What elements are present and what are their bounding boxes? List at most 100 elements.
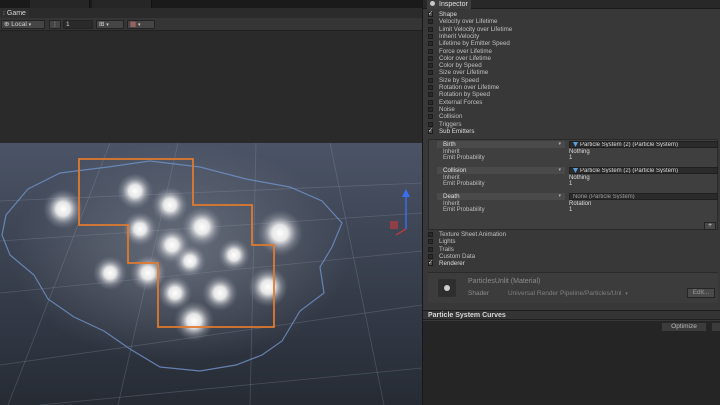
module-label: Rotation over Lifetime — [439, 84, 500, 91]
increment-snap-field[interactable]: 1 — [63, 20, 93, 29]
module-row[interactable]: Color over Lifetime — [428, 55, 718, 62]
module-enable-checkbox[interactable] — [428, 259, 433, 266]
module-label: Texture Sheet Animation — [439, 231, 507, 238]
module-row[interactable]: Size over Lifetime — [428, 69, 718, 76]
module-enable-checkbox[interactable] — [428, 77, 433, 83]
sub-emitter-type-dropdown[interactable]: Collision ▾ — [437, 167, 565, 174]
module-label: Collision — [439, 113, 463, 121]
sub-emitter-type-dropdown[interactable]: Birth ▾ — [437, 141, 565, 148]
module-row[interactable]: Shape — [428, 10, 718, 18]
module-enable-checkbox[interactable] — [428, 106, 433, 112]
scene-viewport[interactable] — [0, 143, 422, 405]
sub-emitter-type-dropdown[interactable]: Death ▾ — [437, 193, 565, 200]
module-enable-checkbox[interactable] — [428, 114, 433, 120]
module-row[interactable]: Inherit Velocity — [428, 33, 718, 40]
sub-emitter-target: Particle System (2) (Particle System) — [580, 142, 679, 148]
editor-tab-strip — [0, 0, 422, 8]
module-enable-checkbox[interactable] — [428, 48, 433, 54]
curves-header[interactable]: Particle System Curves — [423, 310, 720, 320]
particle — [152, 187, 188, 223]
emit-probability-value[interactable]: 1 — [569, 181, 572, 188]
module-row[interactable]: Force over Lifetime — [428, 48, 718, 55]
module-enable-checkbox[interactable] — [428, 10, 433, 17]
module-label: Force over Lifetime — [439, 47, 492, 55]
module-enable-checkbox[interactable] — [428, 55, 433, 61]
module-row[interactable]: Rotation by Speed — [428, 91, 718, 98]
curves-menu-button[interactable] — [711, 322, 720, 332]
module-row[interactable]: External Forces — [428, 99, 718, 106]
module-row[interactable]: Lifetime by Emitter Speed — [428, 40, 718, 47]
chevron-down-icon: ▾ — [558, 193, 561, 199]
module-row[interactable]: Custom Data — [428, 253, 718, 260]
module-enable-checkbox[interactable] — [428, 99, 433, 105]
module-row[interactable]: Noise — [428, 106, 718, 113]
gizmo-xz-plane-handle[interactable] — [390, 221, 398, 229]
increment-snap-value: 1 — [66, 21, 70, 28]
module-row[interactable]: Collision — [428, 113, 718, 120]
module-enable-checkbox[interactable] — [428, 121, 433, 127]
pivot-space-label: Local — [11, 21, 27, 28]
editor-tab[interactable] — [92, 0, 152, 8]
pivot-space-dropdown[interactable]: ⊕ Local ▾ — [1, 20, 45, 29]
material-sphere-icon — [438, 279, 456, 297]
module-enable-checkbox[interactable] — [428, 127, 433, 134]
particle — [93, 256, 127, 290]
sub-emitter-target-field[interactable]: Particle System (2) (Particle System) — [569, 141, 718, 148]
module-label: Limit Velocity over Lifetime — [439, 25, 513, 33]
grid-snap-icon[interactable]: ⋮ — [49, 20, 61, 29]
module-label: Size over Lifetime — [439, 69, 489, 77]
module-row[interactable]: Limit Velocity over Lifetime — [428, 26, 718, 33]
module-enable-checkbox[interactable] — [428, 19, 433, 25]
particle — [202, 275, 238, 311]
module-enable-checkbox[interactable] — [428, 33, 433, 39]
sub-emitter-target-field[interactable]: Particle System (2) (Particle System) — [569, 167, 718, 174]
snap-settings-dropdown[interactable]: ▦ ▾ — [127, 20, 155, 29]
editor-tab[interactable] — [30, 0, 90, 8]
module-enable-checkbox[interactable] — [428, 246, 433, 252]
module-row[interactable]: Rotation over Lifetime — [428, 84, 718, 91]
module-row[interactable]: Texture Sheet Animation — [428, 231, 718, 238]
module-row[interactable]: Triggers — [428, 121, 718, 128]
module-row[interactable]: Sub Emitters — [428, 127, 718, 135]
optimize-button[interactable]: Optimize — [661, 322, 707, 332]
inherit-value[interactable]: Rotation — [569, 201, 591, 208]
module-enable-checkbox[interactable] — [428, 92, 433, 98]
shader-dropdown[interactable]: Universal Render Pipeline/Particles/Unl … — [504, 289, 684, 298]
chevron-down-icon: ▾ — [558, 167, 561, 173]
module-enable-checkbox[interactable] — [428, 26, 433, 32]
module-enable-checkbox[interactable] — [428, 63, 433, 69]
module-enable-checkbox[interactable] — [428, 70, 433, 76]
add-sub-emitter-button[interactable]: + — [704, 222, 716, 230]
particle — [174, 245, 206, 277]
module-row[interactable]: Trails — [428, 246, 718, 253]
module-row[interactable]: Size by Speed — [428, 77, 718, 84]
module-enable-checkbox[interactable] — [428, 232, 433, 237]
edit-shader-button[interactable]: Edit... — [687, 288, 715, 298]
module-enable-checkbox[interactable] — [428, 239, 433, 245]
particle — [117, 173, 153, 209]
module-label: External Forces — [439, 98, 483, 106]
module-label: Rotation by Speed — [439, 91, 490, 99]
module-row[interactable]: Color by Speed — [428, 62, 718, 69]
module-row[interactable]: Lights — [428, 238, 718, 245]
module-label: Color by Speed — [439, 62, 482, 70]
module-label: Velocity over Lifetime — [439, 18, 498, 26]
module-label: Size by Speed — [439, 76, 479, 84]
sub-emitter-target-field[interactable]: None (Particle System) — [569, 193, 718, 200]
grid-visibility-dropdown[interactable]: ⊞ ▾ — [96, 20, 124, 29]
module-enable-checkbox[interactable] — [428, 253, 433, 259]
sub-emitter-type: Death — [443, 193, 460, 200]
module-enable-checkbox[interactable] — [428, 85, 433, 90]
scene-toolbar: ⊕ Local ▾ ⋮ 1 ⊞ ▾ ▦ ▾ — [0, 18, 422, 31]
emit-probability-value[interactable]: 1 — [569, 155, 572, 162]
chevron-down-icon: ▾ — [558, 141, 561, 147]
module-label: Triggers — [439, 120, 462, 128]
inspector-tab[interactable]: Inspector — [427, 0, 471, 9]
module-row[interactable]: Velocity over Lifetime — [428, 18, 718, 25]
particle — [43, 189, 83, 229]
module-enable-checkbox[interactable] — [428, 41, 433, 47]
curves-editor-area[interactable] — [423, 321, 720, 405]
sub-emitter-target: None (Particle System) — [573, 194, 635, 200]
emit-probability-value[interactable]: 1 — [569, 207, 572, 214]
module-row[interactable]: Renderer — [428, 259, 718, 267]
